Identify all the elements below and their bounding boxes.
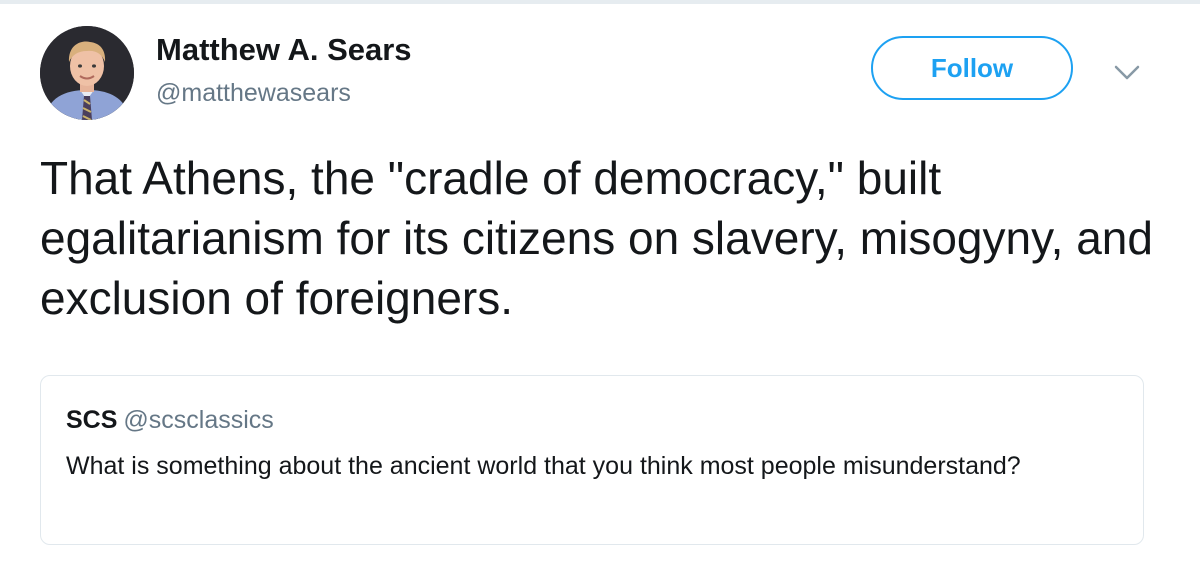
avatar-image [40,26,134,120]
author-handle[interactable]: @matthewasears [156,79,351,108]
quoted-author-name: SCS [66,406,118,434]
follow-button[interactable]: Follow [871,36,1073,100]
quoted-tweet-card[interactable]: SCS @scsclassics What is something about … [40,375,1144,545]
chevron-down-icon[interactable] [1112,60,1142,84]
top-divider [0,0,1200,4]
quoted-tweet-text: What is something about the ancient worl… [66,452,1021,480]
follow-button-label: Follow [930,52,1014,83]
quoted-tweet-header: SCS @scsclassics [66,406,274,435]
author-avatar[interactable] [40,26,134,120]
quoted-author-handle: @scsclassics [123,406,274,434]
tweet-text: That Athens, the "cradle of democracy," … [40,152,1153,324]
author-display-name[interactable]: Matthew A. Sears [156,32,412,68]
